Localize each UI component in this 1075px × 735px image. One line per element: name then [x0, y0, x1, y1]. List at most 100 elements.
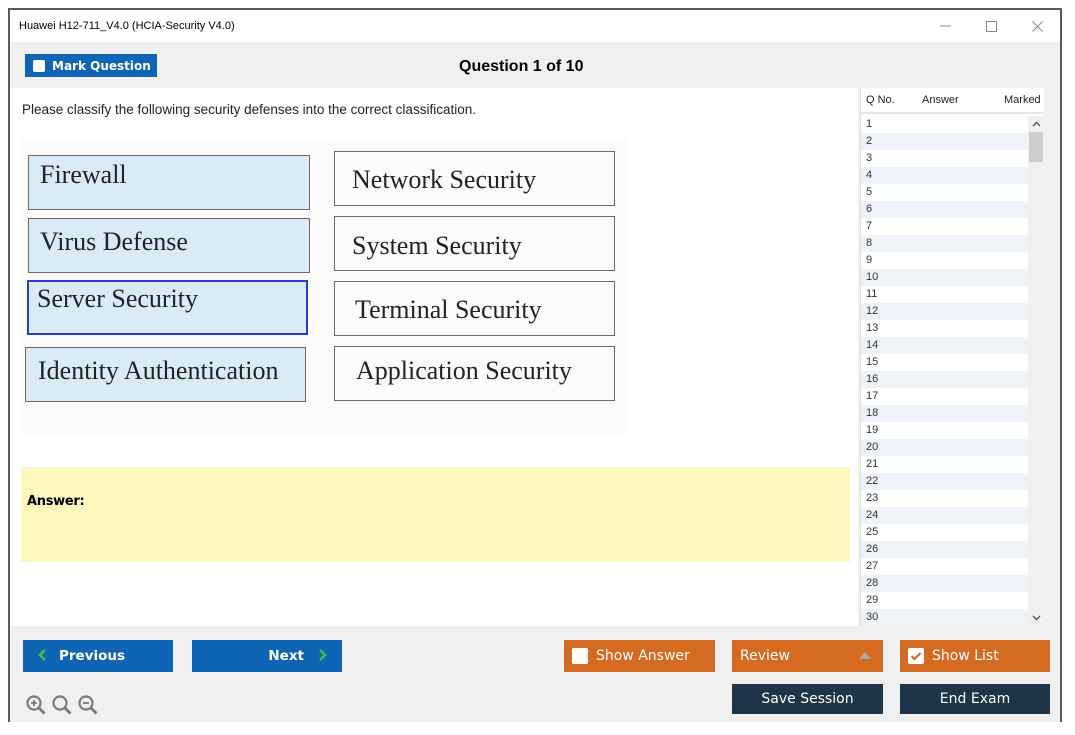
question-list-row[interactable]: 21 [861, 456, 1029, 473]
question-list-row[interactable]: 18 [861, 405, 1029, 422]
question-list-row[interactable]: 5 [861, 184, 1029, 201]
drag-item-label: Identity Authentication [38, 356, 279, 385]
drop-target[interactable]: Network Security [334, 151, 615, 206]
question-list-row[interactable]: 22 [861, 473, 1029, 490]
question-list-row[interactable]: 14 [861, 337, 1029, 354]
drag-item[interactable]: Virus Defense [28, 218, 310, 273]
question-list-row[interactable]: 26 [861, 541, 1029, 558]
column-header-answer[interactable]: Answer [914, 94, 984, 106]
save-session-button[interactable]: Save Session [732, 684, 883, 714]
drag-item-selected[interactable]: Server Security [27, 280, 308, 335]
question-counter: Question 1 of 10 [459, 58, 584, 75]
question-list-row[interactable]: 3 [861, 150, 1029, 167]
question-list-row[interactable]: 13 [861, 320, 1029, 337]
question-number: 11 [866, 288, 878, 300]
question-list-row[interactable]: 28 [861, 575, 1029, 592]
question-list-row[interactable]: 12 [861, 303, 1029, 320]
minimize-icon [939, 25, 951, 27]
question-list-row[interactable]: 15 [861, 354, 1029, 371]
question-number: 28 [866, 577, 879, 589]
zoom-in-icon[interactable] [25, 694, 47, 721]
question-list-row[interactable]: 10 [861, 269, 1029, 286]
question-list-row[interactable]: 29 [861, 592, 1029, 609]
question-list-scrollbar[interactable] [1028, 116, 1044, 626]
question-number: 7 [866, 220, 873, 232]
question-number: 14 [866, 339, 879, 351]
question-list-row[interactable]: 20 [861, 439, 1029, 456]
question-list-row[interactable]: 1 [861, 116, 1029, 133]
drag-item-label: Firewall [40, 160, 127, 189]
question-number: 19 [866, 424, 879, 436]
next-button[interactable]: Next [192, 640, 342, 672]
previous-button[interactable]: Previous [23, 640, 173, 672]
question-number: 15 [866, 356, 879, 368]
show-answer-button[interactable]: Show Answer [564, 640, 715, 672]
column-header-marked[interactable]: Marked [984, 94, 1041, 106]
review-dropdown[interactable]: Review [732, 640, 883, 672]
question-number: 20 [866, 441, 879, 453]
question-number: 24 [866, 509, 879, 521]
question-number: 22 [866, 475, 879, 487]
question-list-row[interactable]: 2 [861, 133, 1029, 150]
drop-target-label: System Security [352, 231, 522, 260]
question-list-row[interactable]: 27 [861, 558, 1029, 575]
question-list-row[interactable]: 30 [861, 609, 1029, 626]
question-list-row[interactable]: 11 [861, 286, 1029, 303]
question-number: 5 [866, 186, 873, 198]
question-list-row[interactable]: 8 [861, 235, 1029, 252]
chevron-right-icon [318, 646, 328, 667]
question-list-row[interactable]: 9 [861, 252, 1029, 269]
chevron-up-icon [1032, 119, 1041, 129]
question-list-row[interactable]: 4 [861, 167, 1029, 184]
show-list-checkbox[interactable] [908, 648, 924, 664]
question-list-row[interactable]: 23 [861, 490, 1029, 507]
answer-label: Answer: [27, 494, 85, 509]
zoom-out-icon[interactable] [77, 694, 99, 721]
drop-target[interactable]: Terminal Security [334, 281, 615, 336]
drop-target-label: Terminal Security [355, 295, 542, 324]
question-number: 29 [866, 594, 879, 606]
mark-question-button[interactable]: Mark Question [25, 54, 157, 77]
show-list-label: Show List [932, 648, 999, 664]
question-number: 21 [866, 458, 879, 470]
question-list-row[interactable]: 7 [861, 218, 1029, 235]
question-number: 4 [866, 169, 873, 181]
minimize-button[interactable] [922, 10, 968, 42]
question-list-row[interactable]: 6 [861, 201, 1029, 218]
scroll-thumb[interactable] [1029, 132, 1043, 162]
question-list-row[interactable]: 16 [861, 371, 1029, 388]
zoom-controls [25, 694, 99, 721]
close-button[interactable] [1014, 10, 1060, 42]
question-list-row[interactable]: 19 [861, 422, 1029, 439]
question-list-row[interactable]: 24 [861, 507, 1029, 524]
maximize-button[interactable] [968, 10, 1014, 42]
question-number: 30 [866, 611, 879, 623]
question-number: 1 [866, 118, 873, 130]
question-list-rows: 1 2 3 4 5 6 7 8 9 10 11 12 13 14 15 16 17 18 19 20 21 22 23 24 2… [861, 116, 1029, 626]
question-number: 2 [866, 135, 873, 147]
drop-target[interactable]: System Security [334, 216, 615, 271]
drag-item[interactable]: Firewall [28, 155, 310, 210]
window-controls [922, 10, 1060, 42]
question-list-row[interactable]: 25 [861, 524, 1029, 541]
drag-item[interactable]: Identity Authentication [25, 347, 306, 402]
drop-target-label: Network Security [352, 165, 537, 194]
question-panel: Please classify the following security d… [10, 88, 858, 626]
show-list-button[interactable]: Show List [900, 640, 1050, 672]
window-title: Huawei H12-711_V4.0 (HCIA-Security V4.0) [19, 20, 235, 32]
question-number: 18 [866, 407, 879, 419]
column-header-qno[interactable]: Q No. [861, 94, 914, 106]
question-list-header: Q No. Answer Marked [861, 88, 1044, 114]
question-list-row[interactable]: 17 [861, 388, 1029, 405]
question-number: 16 [866, 373, 879, 385]
question-number: 9 [866, 254, 873, 266]
show-answer-checkbox[interactable] [572, 648, 588, 664]
zoom-reset-icon[interactable] [51, 694, 73, 721]
mark-question-checkbox[interactable] [33, 59, 45, 72]
scroll-down-button[interactable] [1028, 610, 1044, 626]
drop-target[interactable]: Application Security [334, 346, 615, 401]
end-exam-button[interactable]: End Exam [900, 684, 1050, 714]
save-session-label: Save Session [761, 691, 854, 707]
review-label: Review [740, 648, 790, 664]
scroll-up-button[interactable] [1028, 116, 1044, 132]
